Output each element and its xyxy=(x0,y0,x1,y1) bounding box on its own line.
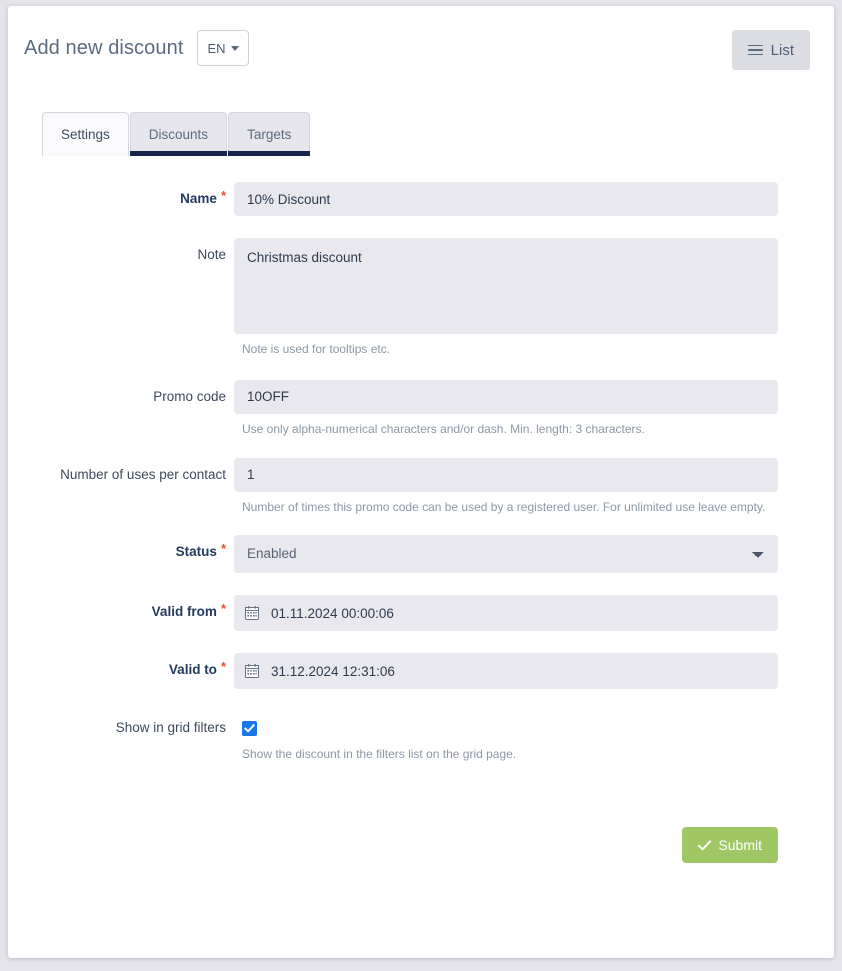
name-field-label: Name * xyxy=(24,182,234,206)
valid-from-field-label: Valid from * xyxy=(24,595,234,619)
tab-settings[interactable]: Settings xyxy=(42,112,129,156)
status-label-text: Status xyxy=(175,544,217,560)
form-row-valid-from: Valid from * xyxy=(24,595,778,632)
valid-to-field-wrap xyxy=(234,653,778,690)
valid-from-input[interactable] xyxy=(234,595,778,632)
note-field-label: Note xyxy=(24,238,234,262)
valid-to-label-text: Valid to xyxy=(168,662,217,678)
tab-targets-label: Targets xyxy=(247,127,292,142)
required-asterisk: * xyxy=(220,601,226,617)
header-right-group: List xyxy=(731,30,810,70)
promo-code-input[interactable] xyxy=(234,379,778,414)
list-button[interactable]: List xyxy=(731,30,810,70)
page-title: Add new discount xyxy=(24,36,184,59)
show-in-grid-filters-wrap: Show the discount in the filters list on… xyxy=(234,711,778,763)
form-footer: Submit xyxy=(8,763,834,864)
required-asterisk: * xyxy=(220,541,226,557)
form-row-status: Status * Enabled xyxy=(24,535,778,574)
language-selector-button[interactable]: EN xyxy=(197,30,249,66)
uses-per-contact-input[interactable] xyxy=(234,457,778,492)
page-card: Add new discount EN List Settings Discou… xyxy=(8,6,834,958)
promo-code-field-wrap: Use only alpha-numerical characters and/… xyxy=(234,379,778,438)
uses-per-contact-field-wrap: Number of times this promo code can be u… xyxy=(234,457,778,516)
promo-code-field-label: Promo code xyxy=(24,380,234,404)
note-help-text: Note is used for tooltips etc. xyxy=(242,342,391,356)
tab-bar: Settings Discounts Targets xyxy=(8,112,834,156)
show-in-grid-filters-label-text: Show in grid filters xyxy=(115,720,226,736)
promo-code-label-text: Promo code xyxy=(153,388,226,404)
required-asterisk: * xyxy=(220,659,226,675)
valid-to-field-label: Valid to * xyxy=(24,653,234,677)
caret-down-icon xyxy=(230,45,239,51)
tab-settings-label: Settings xyxy=(61,127,110,142)
page-header: Add new discount EN List xyxy=(8,6,834,84)
discount-form: Name* Note Christmas discount Note is us… xyxy=(8,156,834,763)
required-asterisk: * xyxy=(220,188,226,203)
promo-code-help-text: Use only alpha-numerical characters and/… xyxy=(242,421,645,436)
tab-discounts-label: Discounts xyxy=(148,127,209,142)
check-icon xyxy=(698,840,712,850)
hamburger-icon xyxy=(747,44,763,56)
uses-per-contact-label-text: Number of uses per contact xyxy=(60,466,226,482)
valid-to-input-group xyxy=(234,653,778,690)
status-select[interactable]: Enabled xyxy=(234,535,778,574)
uses-per-contact-field-label: Number of uses per contact xyxy=(24,458,234,482)
name-field-wrap xyxy=(234,182,778,216)
header-left-group: Add new discount EN xyxy=(24,30,249,66)
note-field-wrap: Christmas discount Note is used for tool… xyxy=(234,238,778,358)
valid-from-label-text: Valid from xyxy=(151,604,217,620)
valid-to-input[interactable] xyxy=(234,653,778,690)
form-row-show-in-grid-filters: Show in grid filters Show the discount i… xyxy=(24,711,778,763)
name-input[interactable] xyxy=(234,182,778,216)
status-field-wrap: Enabled xyxy=(234,535,778,574)
show-in-grid-filters-help-text: Show the discount in the filters list on… xyxy=(242,747,517,762)
language-selector-label: EN xyxy=(207,40,226,56)
show-in-grid-filters-label: Show in grid filters xyxy=(24,711,234,735)
tab-targets[interactable]: Targets xyxy=(228,112,311,156)
form-row-valid-to: Valid to * xyxy=(24,653,778,690)
name-label-text: Name xyxy=(180,191,217,206)
tab-discounts[interactable]: Discounts xyxy=(129,112,228,156)
check-icon xyxy=(244,724,255,734)
valid-from-input-group xyxy=(234,595,778,632)
form-row-note: Note Christmas discount Note is used for… xyxy=(24,238,778,358)
submit-button-label: Submit xyxy=(718,837,762,854)
submit-button[interactable]: Submit xyxy=(682,827,778,864)
form-row-name: Name * xyxy=(24,182,778,216)
status-field-label: Status * xyxy=(24,535,234,559)
form-row-promo-code: Promo code Use only alpha-numerical char… xyxy=(24,379,778,438)
list-button-label: List xyxy=(770,41,794,59)
form-row-uses-per-contact: Number of uses per contact Number of tim… xyxy=(24,457,778,516)
note-label-text: Note xyxy=(197,247,226,262)
valid-from-field-wrap xyxy=(234,595,778,632)
show-in-grid-filters-checkbox[interactable] xyxy=(242,721,257,737)
uses-per-contact-help-text: Number of times this promo code can be u… xyxy=(242,499,766,514)
note-textarea[interactable]: Christmas discount xyxy=(234,238,778,334)
